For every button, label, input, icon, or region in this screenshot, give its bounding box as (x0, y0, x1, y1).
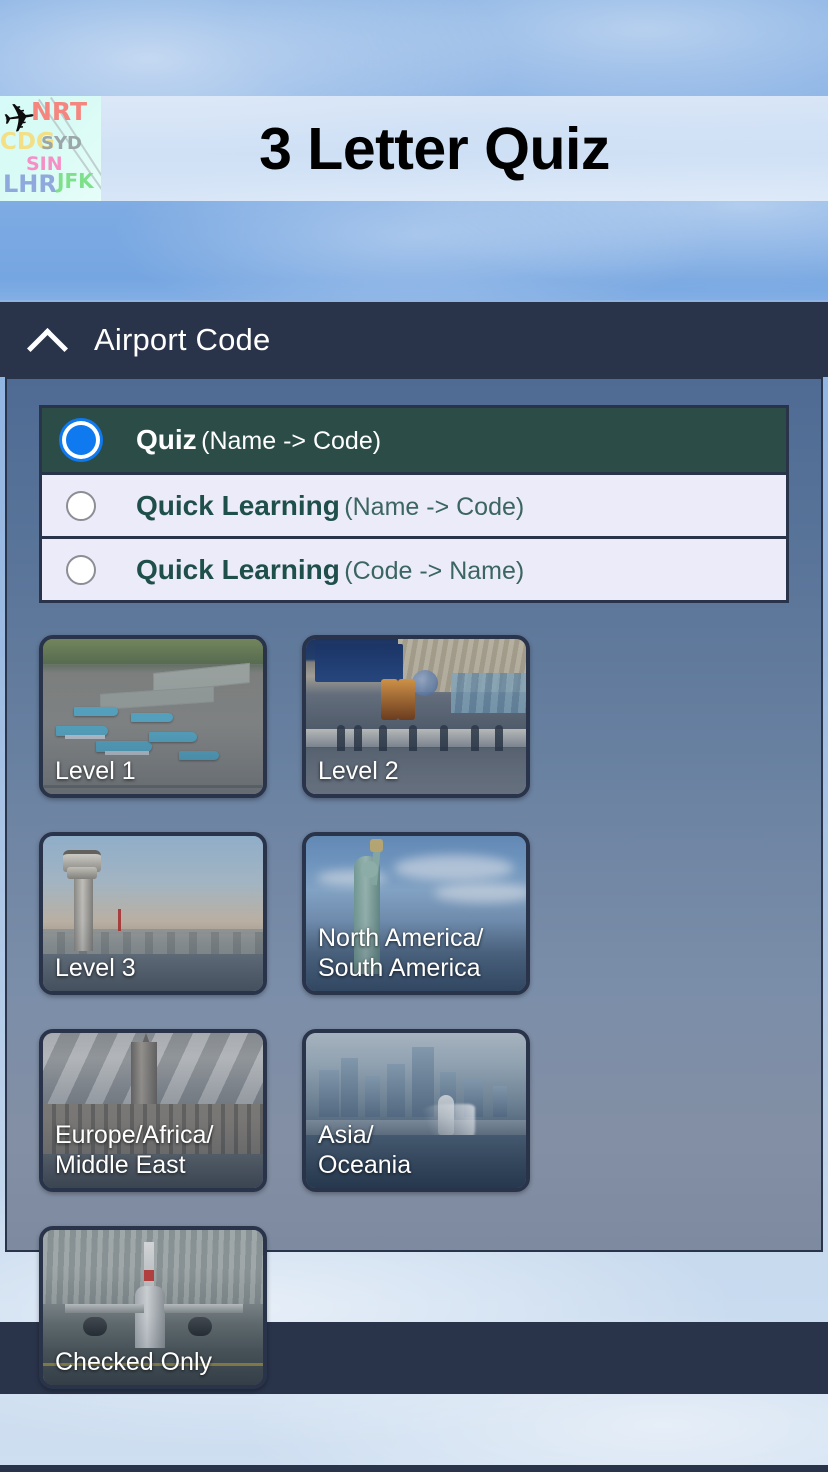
page-title: 3 Letter Quiz (259, 115, 610, 182)
radio-label-main: Quick Learning (136, 553, 340, 585)
tile-caption: Asia/ Oceania (318, 1121, 412, 1179)
radio-label-sub: (Code -> Name) (344, 556, 525, 585)
tile-caption: Level 3 (55, 954, 136, 982)
tile-level-3[interactable]: Level 3 (39, 832, 267, 995)
radio-label-sub: (Name -> Code) (201, 427, 382, 455)
radio-label: Quick Learning (Code -> Name) (136, 554, 524, 586)
radio-indicator-selected[interactable] (66, 425, 96, 455)
radio-label-sub: (Name -> Code) (344, 492, 525, 521)
airport-code-syd: SYD (41, 133, 82, 154)
tile-caption: North America/ South America (318, 924, 484, 982)
airport-code-nrt: NRT (31, 97, 88, 126)
radio-option-quiz-name-to-code[interactable]: Quiz (Name -> Code) (42, 408, 786, 472)
tile-north-south-america[interactable]: North America/ South America (302, 832, 530, 995)
tile-caption: Level 2 (318, 757, 399, 785)
tile-level-1[interactable]: Level 1 (39, 635, 267, 798)
tile-caption: Level 1 (55, 757, 136, 785)
radio-option-quick-learning-code-to-name[interactable]: Quick Learning (Code -> Name) (42, 536, 786, 600)
app-icon: ✈ NRT CDG SYD SIN LHR JFK (0, 96, 101, 201)
radio-indicator-unselected[interactable] (66, 554, 96, 585)
radio-indicator-unselected[interactable] (66, 490, 96, 521)
radio-label-main: Quiz (136, 424, 197, 455)
tile-asia-oceania[interactable]: Asia/ Oceania (302, 1029, 530, 1192)
airport-code-jfk: JFK (57, 169, 94, 193)
tile-caption: Checked Only (55, 1348, 213, 1376)
airport-code-lhr: LHR (3, 170, 57, 198)
radio-label: Quiz (Name -> Code) (136, 424, 381, 456)
tile-caption: Europe/Africa/ Middle East (55, 1121, 214, 1179)
tile-level-2[interactable]: Level 2 (302, 635, 530, 798)
section-label-airport-code: Airport Code (94, 321, 271, 357)
app-header: ✈ NRT CDG SYD SIN LHR JFK 3 Letter Quiz (0, 96, 828, 201)
radio-option-quick-learning-name-to-code[interactable]: Quick Learning (Name -> Code) (42, 472, 786, 536)
radio-label-main: Quick Learning (136, 489, 340, 521)
chevron-up-icon (24, 318, 68, 362)
radio-label: Quick Learning (Name -> Code) (136, 490, 524, 522)
next-section-edge[interactable] (0, 1465, 828, 1472)
airport-code-panel: Quiz (Name -> Code) Quick Learning (Name… (5, 377, 823, 1389)
category-tile-grid: Level 1 Level 2 Level 3 North America/ S… (39, 635, 789, 1389)
section-header-airport-code[interactable]: Airport Code (0, 302, 828, 377)
tile-europe-africa-middle-east[interactable]: Europe/Africa/ Middle East (39, 1029, 267, 1192)
tile-checked-only[interactable]: Checked Only (39, 1226, 267, 1389)
quiz-mode-radio-group: Quiz (Name -> Code) Quick Learning (Name… (39, 405, 789, 603)
